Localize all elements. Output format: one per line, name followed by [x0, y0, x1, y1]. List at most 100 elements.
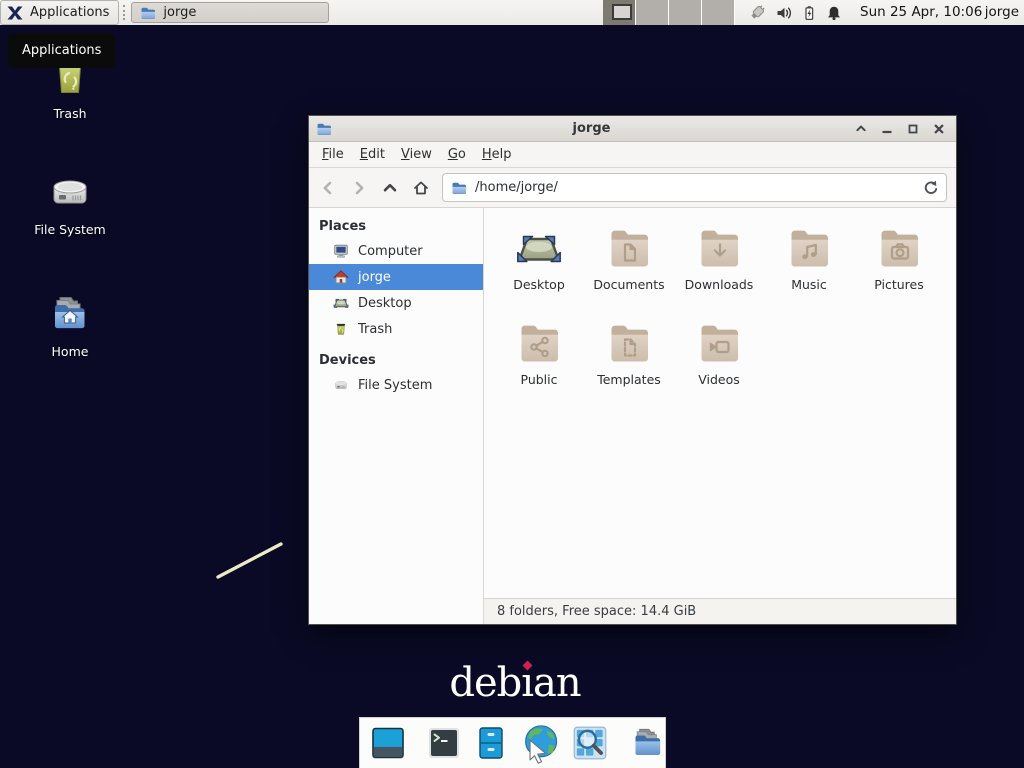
xfce-applications-icon	[6, 4, 24, 22]
top-panel: Applications jorge Sun 25 Apr, 10:06 jor…	[0, 0, 1024, 25]
desktop-icon-label: Home	[52, 344, 89, 359]
workspace-4[interactable]	[702, 0, 735, 25]
menu-view[interactable]: View	[393, 144, 440, 165]
applications-menu-label: Applications	[30, 5, 109, 20]
reload-icon[interactable]	[921, 179, 938, 196]
home-button[interactable]	[411, 178, 431, 198]
taskbar-window-label: jorge	[163, 5, 196, 20]
address-folder-icon	[451, 180, 467, 196]
downloads-folder-icon	[695, 224, 743, 272]
workspace-2[interactable]	[636, 0, 669, 25]
desktop-icon	[515, 224, 563, 272]
address-bar[interactable]: /home/jorge/	[442, 173, 947, 202]
workspace-3[interactable]	[669, 0, 702, 25]
sidebar-item-label: File System	[358, 378, 432, 393]
applications-menu-button[interactable]: Applications	[0, 0, 119, 25]
folder-icon	[140, 5, 156, 21]
minimize-button[interactable]	[877, 120, 897, 138]
folder-label: Videos	[698, 372, 740, 387]
folder-item-music[interactable]: Music	[764, 224, 854, 319]
web-browser-launcher[interactable]	[519, 722, 561, 764]
panel-separator-handle	[123, 5, 128, 20]
file-manager-launcher[interactable]	[472, 724, 510, 762]
sidebar-item-computer[interactable]: Computer	[309, 238, 483, 264]
close-button[interactable]	[929, 120, 949, 138]
address-path: /home/jorge/	[475, 180, 913, 195]
battery-icon[interactable]	[801, 5, 817, 21]
menu-file[interactable]: File	[314, 144, 352, 165]
folder-item-desktop[interactable]: Desktop	[494, 224, 584, 319]
documents-folder-icon	[605, 224, 653, 272]
window-content: Places Computer jorge Desktop Trash Devi…	[309, 208, 956, 624]
applications-tooltip: Applications	[8, 33, 115, 68]
folder-item-videos[interactable]: Videos	[674, 319, 764, 414]
volume-icon[interactable]	[776, 5, 792, 21]
maximize-button[interactable]	[903, 120, 923, 138]
panel-clock[interactable]: Sun 25 Apr, 10:06	[860, 0, 982, 25]
folder-item-documents[interactable]: Documents	[584, 224, 674, 319]
sidebar-item-trash[interactable]: Trash	[309, 316, 483, 342]
window-title: jorge	[338, 121, 845, 136]
statusbar: 8 folders, Free space: 14.4 GiB	[484, 598, 956, 624]
desktop-icon-home[interactable]: Home	[12, 290, 128, 359]
desktop-icon-label: Trash	[53, 106, 86, 121]
window-titlebar[interactable]: jorge	[309, 116, 956, 142]
desktop-icon-file-system[interactable]: File System	[12, 168, 128, 237]
bottom-dock-panel	[359, 717, 666, 768]
menu-go[interactable]: Go	[440, 144, 474, 165]
workspace-window-thumbnail	[612, 4, 632, 20]
shade-button[interactable]	[851, 120, 871, 138]
sidebar-item-label: Desktop	[358, 296, 412, 311]
sidebar-item-file-system[interactable]: File System	[309, 372, 483, 398]
folder-label: Downloads	[685, 277, 754, 292]
network-icon[interactable]	[748, 4, 767, 22]
logo-text: an	[533, 660, 581, 706]
folder-label: Desktop	[513, 277, 565, 292]
menu-help[interactable]: Help	[474, 144, 520, 165]
up-button[interactable]	[380, 178, 400, 198]
system-tray	[748, 0, 842, 25]
workspace-1[interactable]	[603, 0, 636, 25]
back-button[interactable]	[318, 178, 338, 198]
templates-folder-icon	[605, 319, 653, 367]
cursor-trail-line	[210, 535, 290, 585]
notifications-bell-icon[interactable]	[826, 5, 842, 21]
places-sidebar: Places Computer jorge Desktop Trash Devi…	[309, 208, 484, 624]
videos-folder-icon	[695, 319, 743, 367]
folder-label: Music	[791, 277, 827, 292]
statusbar-text: 8 folders, Free space: 14.4 GiB	[497, 604, 696, 619]
window-folder-icon	[316, 121, 332, 137]
places-header: Places	[309, 214, 483, 238]
menu-edit[interactable]: Edit	[352, 144, 393, 165]
directory-menu-button[interactable]	[628, 723, 668, 763]
application-finder-launcher[interactable]	[570, 723, 610, 763]
desktop-icon	[333, 295, 349, 311]
trash-icon	[333, 321, 349, 337]
home-icon	[333, 269, 349, 285]
show-desktop-button[interactable]	[369, 724, 407, 762]
pictures-folder-icon	[875, 224, 923, 272]
panel-user-menu[interactable]: jorge	[985, 0, 1019, 25]
folder-icon-view[interactable]: Desktop Documents Downloads	[484, 208, 956, 598]
menubar: File Edit View Go Help	[309, 142, 956, 168]
workspace-switcher	[603, 0, 735, 25]
folder-label: Documents	[593, 277, 664, 292]
folder-item-templates[interactable]: Templates	[584, 319, 674, 414]
sidebar-item-home[interactable]: jorge	[309, 264, 483, 290]
forward-button[interactable]	[349, 178, 369, 198]
sidebar-item-desktop[interactable]: Desktop	[309, 290, 483, 316]
sidebar-item-label: Trash	[358, 322, 392, 337]
public-folder-icon	[515, 319, 563, 367]
sidebar-item-label: Computer	[358, 244, 423, 259]
logo-text: deb	[449, 660, 521, 706]
folder-label: Pictures	[874, 277, 924, 292]
folder-item-downloads[interactable]: Downloads	[674, 224, 764, 319]
desktop-icon-label: File System	[34, 222, 106, 237]
hard-drive-icon	[46, 168, 94, 216]
terminal-launcher[interactable]	[425, 724, 463, 762]
icon-view-pane: Desktop Documents Downloads	[484, 208, 956, 624]
folder-item-public[interactable]: Public	[494, 319, 584, 414]
computer-icon	[333, 243, 349, 259]
folder-item-pictures[interactable]: Pictures	[854, 224, 944, 319]
taskbar-window-button[interactable]: jorge	[131, 2, 329, 23]
